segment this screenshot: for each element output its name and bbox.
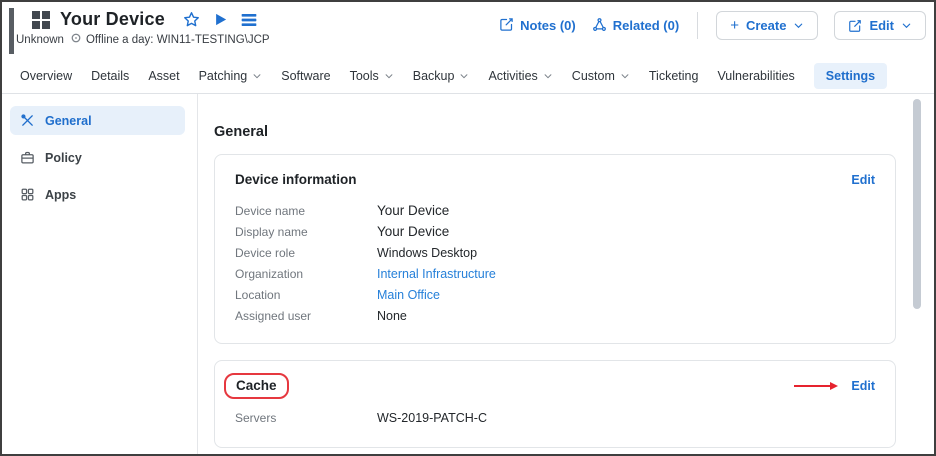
offline-status-icon <box>71 33 81 46</box>
device-page: Your Device Unknown Offline a day: WIN11… <box>0 0 936 456</box>
field-row-servers: Servers WS-2019-PATCH-C <box>235 410 487 425</box>
field-row-device-role: Device role Windows Desktop <box>235 245 478 260</box>
location-link[interactable]: Main Office <box>377 288 440 302</box>
sidebar-item-label: General <box>45 113 92 128</box>
chevron-down-icon <box>795 23 803 29</box>
device-role-value: Windows Desktop <box>377 245 478 260</box>
notes-link[interactable]: Notes (0) <box>499 17 576 35</box>
device-information-card: Device information Edit Device name Your… <box>214 154 896 344</box>
sidebar-item-apps[interactable]: Apps <box>10 180 185 209</box>
create-button[interactable]: + Create <box>716 11 819 40</box>
chevron-down-icon <box>459 71 469 81</box>
tab-ticketing[interactable]: Ticketing <box>649 69 699 83</box>
tab-backup[interactable]: Backup <box>413 69 470 83</box>
header-left: Your Device Unknown Offline a day: WIN11… <box>2 2 270 46</box>
tab-details[interactable]: Details <box>91 69 129 83</box>
sidebar-item-general[interactable]: General <box>10 106 185 135</box>
field-row-assigned-user: Assigned user None <box>235 308 407 323</box>
left-accent-bar <box>9 8 14 54</box>
sidebar-item-label: Apps <box>45 187 77 202</box>
sidebar-item-label: Policy <box>45 150 82 165</box>
device-info-edit-link[interactable]: Edit <box>851 173 875 187</box>
card-title: Device information <box>235 172 357 187</box>
edit-button[interactable]: Edit <box>834 11 926 40</box>
offline-message: Offline a day: WIN11-TESTING\JCP <box>85 33 270 46</box>
red-highlight-oval: Cache <box>224 373 289 399</box>
chevron-down-icon <box>384 71 394 81</box>
assigned-user-value: None <box>377 308 407 323</box>
tab-asset[interactable]: Asset <box>148 69 179 83</box>
related-label: Related (0) <box>612 18 680 33</box>
tab-activities[interactable]: Activities <box>488 69 552 83</box>
apps-grid-icon <box>20 187 35 202</box>
notes-label: Notes (0) <box>520 18 576 33</box>
tab-settings[interactable]: Settings <box>813 62 888 89</box>
tab-patching[interactable]: Patching <box>199 69 263 83</box>
related-link[interactable]: Related (0) <box>592 17 679 35</box>
cache-servers-value: WS-2019-PATCH-C <box>377 410 487 425</box>
field-row-organization: Organization Internal Infrastructure <box>235 266 496 281</box>
note-compose-icon <box>499 17 514 35</box>
section-heading: General <box>214 124 268 140</box>
header-actions: Notes (0) Related (0) + Create Edit <box>499 2 934 40</box>
chevron-down-icon <box>543 71 553 81</box>
device-tab-bar: Overview Details Asset Patching Software… <box>2 58 934 94</box>
tools-icon <box>20 113 35 128</box>
briefcase-icon <box>20 150 35 165</box>
related-graph-icon <box>592 17 607 35</box>
chevron-down-icon <box>252 71 262 81</box>
tab-tools[interactable]: Tools <box>350 69 394 83</box>
windows-logo-icon <box>32 10 50 29</box>
tab-custom[interactable]: Custom <box>572 69 630 83</box>
page-header: Your Device Unknown Offline a day: WIN11… <box>2 2 934 58</box>
sidebar-item-policy[interactable]: Policy <box>10 143 185 172</box>
device-name-value: Your Device <box>377 203 450 218</box>
run-play-icon[interactable] <box>213 12 228 27</box>
vertical-scrollbar[interactable] <box>913 99 921 309</box>
general-section: General Device information Edit Device n… <box>198 94 934 454</box>
chevron-down-icon <box>902 23 911 29</box>
edit-pencil-icon <box>849 19 862 32</box>
organization-link[interactable]: Internal Infrastructure <box>377 267 496 281</box>
chevron-down-icon <box>620 71 630 81</box>
display-name-value: Your Device <box>377 224 450 239</box>
tab-software[interactable]: Software <box>281 69 330 83</box>
cache-card: Cache Edit Servers WS-2019-PATCH-C <box>214 360 896 448</box>
field-row-location: Location Main Office <box>235 287 440 302</box>
tab-overview[interactable]: Overview <box>20 69 72 83</box>
edit-label: Edit <box>869 18 894 33</box>
device-state-text: Unknown <box>16 33 64 46</box>
page-title: Your Device <box>60 9 165 29</box>
favorite-star-icon[interactable] <box>183 11 200 28</box>
settings-sidebar: General Policy Apps <box>2 94 198 454</box>
cache-edit-link[interactable]: Edit <box>851 379 875 393</box>
field-row-device-name: Device name Your Device <box>235 203 450 218</box>
header-divider <box>697 12 699 39</box>
card-title: Cache <box>236 378 277 393</box>
menu-list-icon[interactable] <box>241 13 257 27</box>
red-annotation-arrow <box>794 381 839 390</box>
create-label: Create <box>745 18 787 33</box>
settings-body: General Policy Apps General Device infor <box>2 94 934 454</box>
plus-icon: + <box>730 16 739 34</box>
field-row-display-name: Display name Your Device <box>235 224 450 239</box>
device-status-line: Unknown Offline a day: WIN11-TESTING\JCP <box>16 33 270 46</box>
tab-vulnerabilities[interactable]: Vulnerabilities <box>717 69 794 83</box>
